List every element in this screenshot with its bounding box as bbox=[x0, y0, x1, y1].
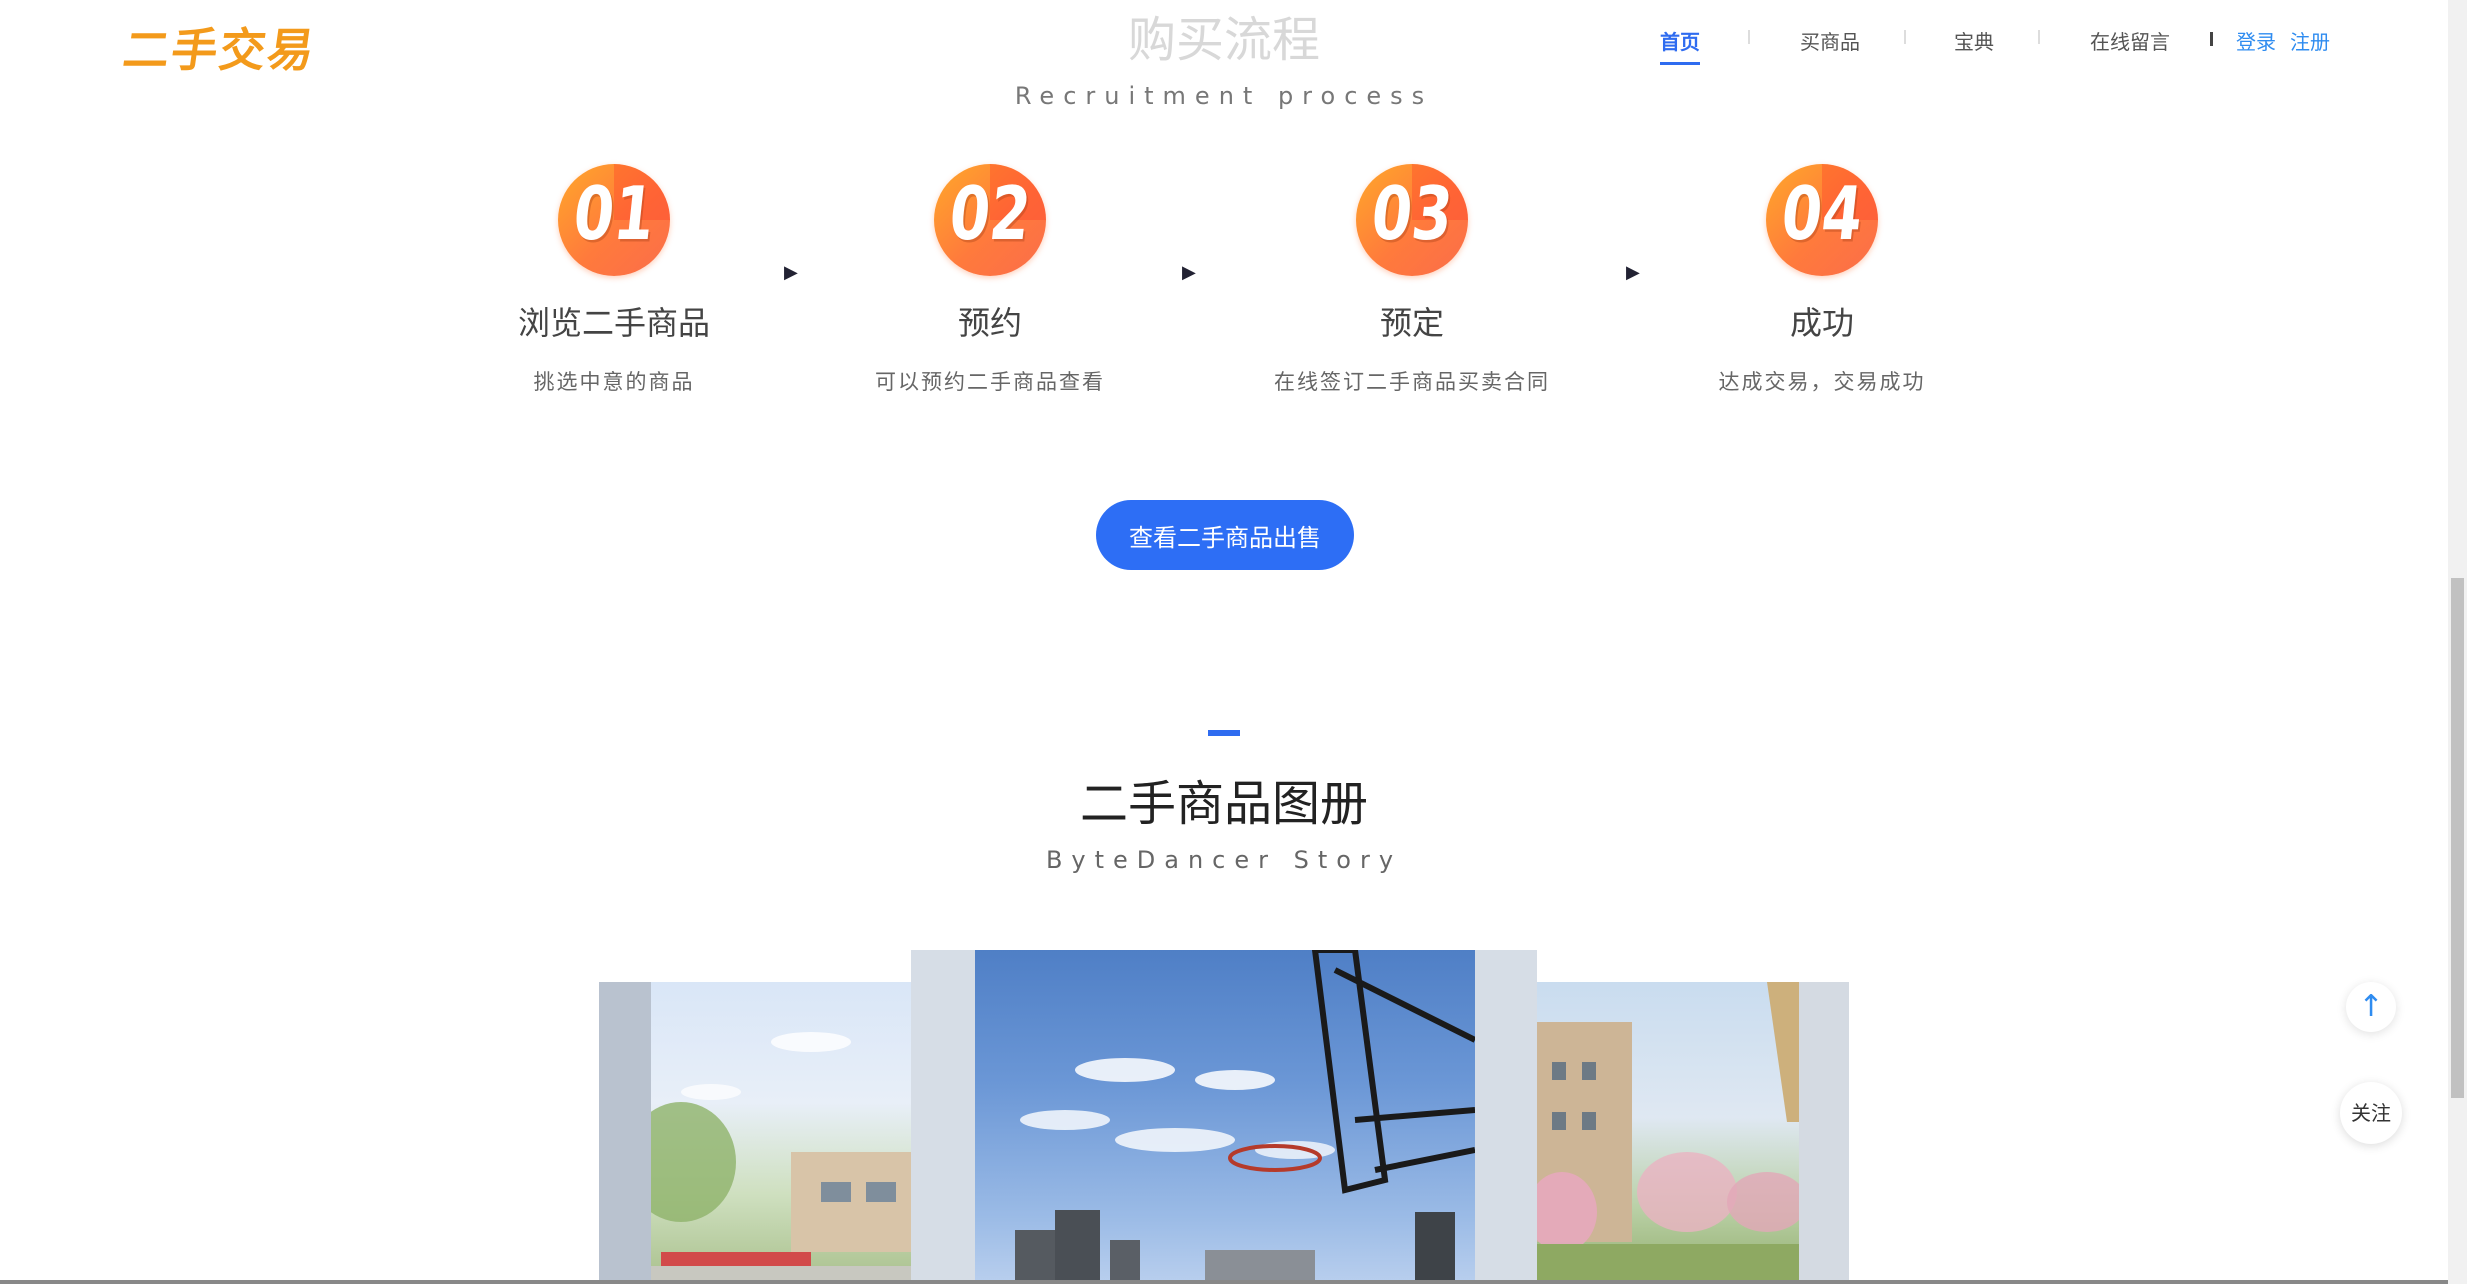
step-number-badge: 04 bbox=[1766, 164, 1878, 276]
scrollbar-thumb[interactable] bbox=[2451, 578, 2464, 1098]
campus-trees-image bbox=[1537, 982, 1799, 1284]
process-title: 购买流程 bbox=[1127, 12, 1320, 68]
process-subtitle: Recruitment process bbox=[1014, 82, 1434, 110]
step-success: 04 成功 达成交易，交易成功 bbox=[1662, 164, 1982, 396]
back-to-top-button[interactable]: ↑ bbox=[2346, 982, 2396, 1032]
step-description: 挑选中意的商品 bbox=[533, 370, 695, 394]
arrow-right-icon: ▶ bbox=[784, 262, 798, 283]
gallery-subtitle: ByteDancer Story bbox=[1045, 846, 1403, 874]
gallery-photo-left[interactable] bbox=[599, 982, 911, 1284]
follow-button[interactable]: 关注 bbox=[2340, 1082, 2402, 1144]
gallery-photo-right[interactable] bbox=[1537, 982, 1849, 1284]
bottom-divider bbox=[0, 1280, 2448, 1284]
gallery-photo-center[interactable] bbox=[911, 950, 1537, 1284]
arrow-right-icon: ▶ bbox=[1182, 262, 1196, 283]
step-title: 预约 bbox=[957, 304, 1022, 342]
step-number-badge: 03 bbox=[1356, 164, 1468, 276]
step-book: 03 预定 在线签订二手商品买卖合同 bbox=[1252, 164, 1572, 396]
step-title: 成功 bbox=[1789, 304, 1854, 342]
step-title: 浏览二手商品 bbox=[517, 304, 710, 342]
section-accent-bar bbox=[1208, 730, 1240, 736]
step-number-badge: 01 bbox=[558, 164, 670, 276]
step-description: 达成交易，交易成功 bbox=[1718, 370, 1926, 394]
gallery-title: 二手商品图册 bbox=[1079, 776, 1368, 832]
view-goods-button[interactable]: 查看二手商品出售 bbox=[1096, 500, 1354, 570]
step-number-badge: 02 bbox=[934, 164, 1046, 276]
arrow-right-icon: ▶ bbox=[1626, 262, 1640, 283]
campus-building-image bbox=[651, 982, 911, 1284]
step-description: 可以预约二手商品查看 bbox=[875, 370, 1105, 394]
step-description: 在线签订二手商品买卖合同 bbox=[1274, 370, 1550, 394]
basketball-hoop-image bbox=[975, 950, 1475, 1284]
step-browse: 01 浏览二手商品 挑选中意的商品 bbox=[454, 164, 774, 396]
step-reserve: 02 预约 可以预约二手商品查看 bbox=[830, 164, 1150, 396]
page-scrollbar[interactable] bbox=[2448, 0, 2467, 1284]
step-title: 预定 bbox=[1379, 304, 1444, 342]
